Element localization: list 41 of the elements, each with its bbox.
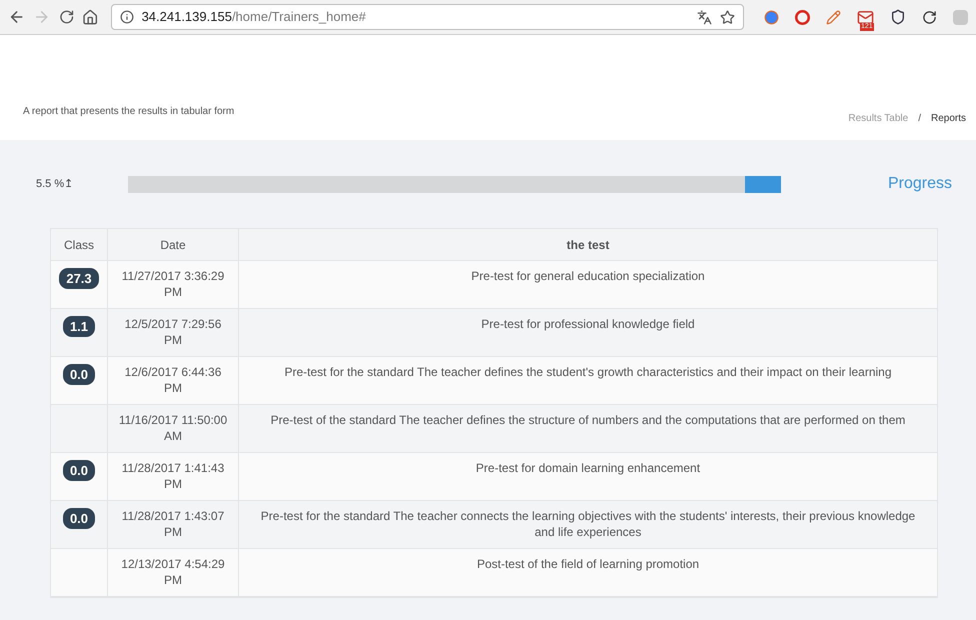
date-cell-text: 12/6/2017 6:44:36 PM: [124, 364, 222, 397]
extension-icon[interactable]: [764, 10, 779, 24]
test-name-cell-text: Pre-test for the standard The teacher defines the student's growth characteristics and their impact on their learning: [284, 364, 892, 381]
test-name-cell-text: Pre-test for domain learning enhancement: [476, 460, 700, 477]
address-bar[interactable]: 34.241.139.155/home/Trainers_home#: [110, 4, 744, 30]
url-path: /home/Trainers_home#: [232, 8, 366, 26]
date-cell-text: 12/13/2017 4:54:29 PM: [120, 556, 226, 589]
sync-icon[interactable]: [922, 10, 937, 24]
breadcrumb-link[interactable]: Reports: [930, 111, 966, 126]
date-cell-text: 11/28/2017 1:41:43 PM: [120, 460, 226, 493]
score-badge: 0.0: [62, 460, 96, 481]
progress-title: Progress: [888, 174, 952, 194]
date-cell-text: 11/28/2017 1:43:07 PM: [120, 508, 226, 541]
test-name-cell-text: Post-test of the field of learning promotion: [476, 556, 700, 573]
pencil-icon[interactable]: [826, 10, 841, 24]
score-badge: 0.0: [62, 364, 96, 385]
progress-reading: 5.5 %↥: [36, 176, 74, 192]
date-cell-text: 11/16/2017 11:50:00 AM: [118, 412, 228, 445]
url-host: 34.241.139.155: [142, 8, 232, 26]
translate-icon[interactable]: [697, 10, 712, 24]
test-name-cell-text: Pre-test for professional knowledge field: [481, 316, 695, 333]
column-header: Date: [160, 236, 186, 254]
score-badge: 1.1: [62, 316, 96, 337]
score-badge: 27.3: [59, 268, 99, 289]
test-name-cell-text: Pre-test for the standard The teacher connects the learning objectives with the students' interests, their previous knowledge and life experiences: [260, 508, 916, 541]
date-cell-text: 12/5/2017 7:29:56 PM: [124, 316, 222, 349]
reload-icon[interactable]: [58, 9, 74, 25]
test-name-cell-text: Pre-test of the standard The teacher defines the structure of numbers and the computations that are performed on them: [270, 412, 906, 429]
page-subtitle: A report that presents the results in tabular form: [23, 105, 234, 119]
breadcrumb-separator: /: [918, 112, 921, 126]
score-badge: 0.0: [62, 508, 96, 529]
back-icon[interactable]: [8, 8, 26, 26]
test-name-cell-text: Pre-test for general education specialization: [471, 268, 705, 285]
column-header: the test: [566, 236, 610, 254]
star-icon[interactable]: [720, 10, 735, 24]
extension-icon[interactable]: [795, 10, 810, 24]
shield-icon[interactable]: [890, 9, 906, 25]
column-header: Class: [64, 236, 94, 254]
home-icon[interactable]: [82, 8, 99, 26]
info-icon: [120, 10, 134, 24]
date-cell-text: 11/27/2017 3:36:29 PM: [120, 268, 226, 301]
